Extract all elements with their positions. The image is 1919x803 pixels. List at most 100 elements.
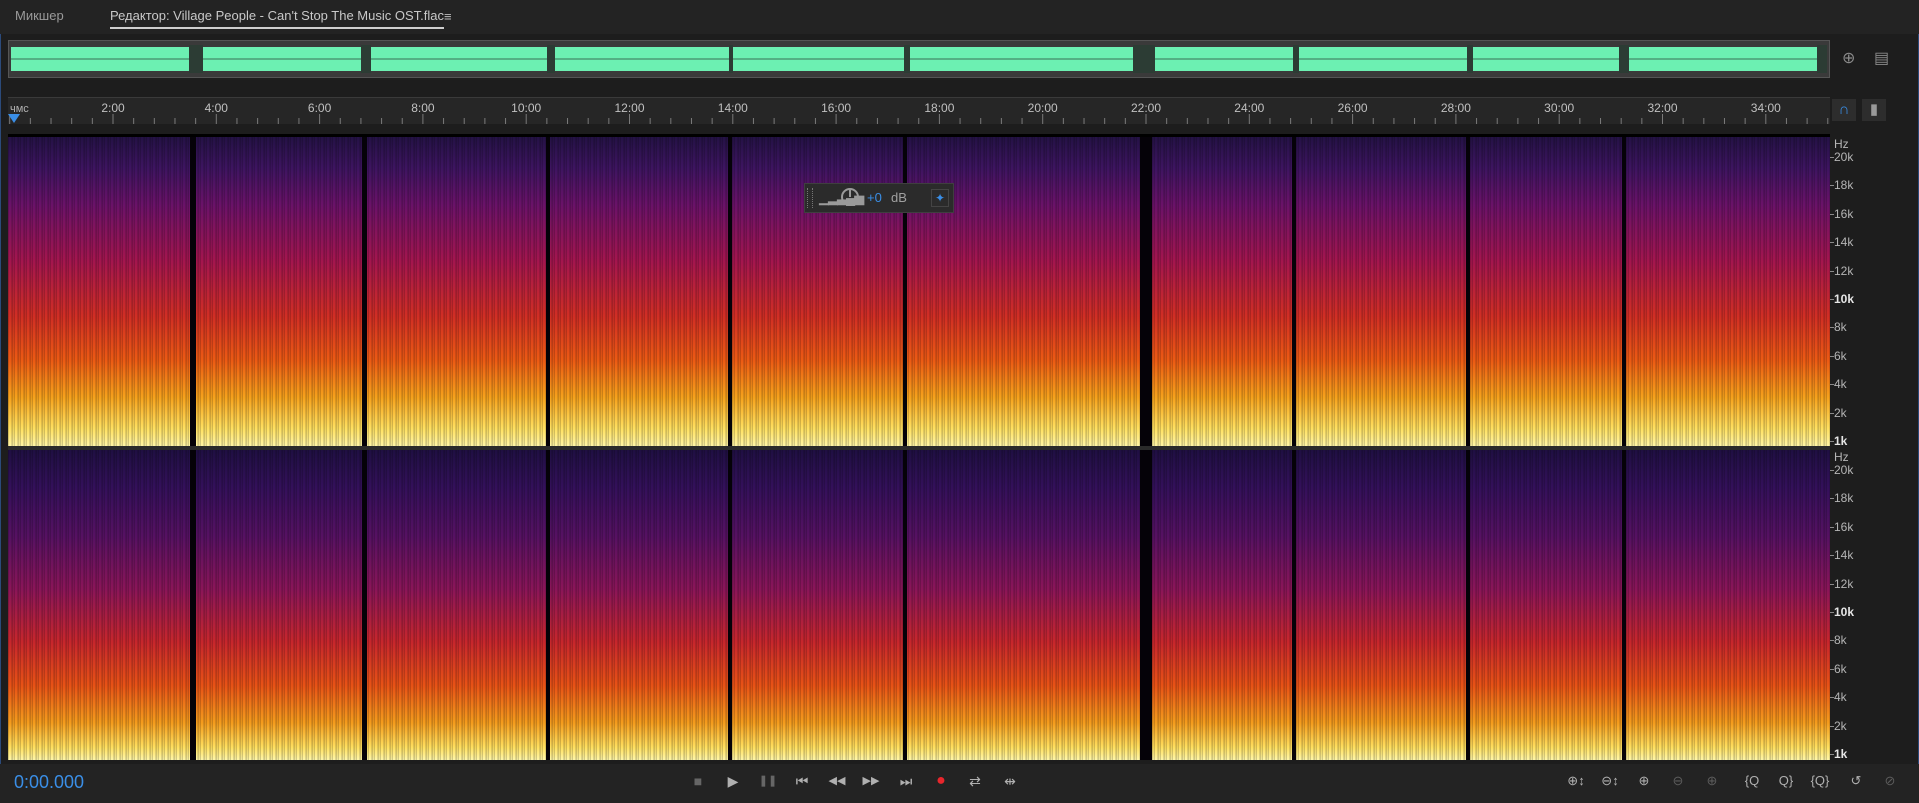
rewind-button[interactable]: ◀◀ — [824, 770, 850, 792]
frequency-label: 10k — [1834, 605, 1855, 619]
pause-button[interactable]: ❚❚ — [755, 770, 781, 792]
spectrogram-fill — [8, 450, 1830, 760]
volume-knob[interactable] — [841, 188, 859, 206]
silence-gap — [546, 137, 550, 447]
ruler-tick-label: 8:00 — [411, 101, 435, 115]
silence-gap — [1292, 450, 1296, 760]
ruler-tick-label: 28:00 — [1441, 101, 1471, 115]
frequency-label: 12k — [1834, 263, 1854, 278]
hamburger-icon[interactable]: ≡ — [444, 9, 452, 24]
panel-toggle-icon[interactable]: ▤ — [1874, 48, 1889, 68]
ruler-tick-label: 16:00 — [821, 101, 851, 115]
frequency-label: 16k — [1834, 206, 1854, 221]
frequency-tick — [1830, 640, 1834, 642]
pin-icon[interactable]: ✦ — [931, 189, 949, 207]
silence-gap — [546, 450, 550, 760]
ruler-tick-label: 10:00 — [511, 101, 541, 115]
frequency-tick — [1830, 498, 1834, 500]
ruler-tick-label: 24:00 — [1234, 101, 1264, 115]
frequency-unit-label: Hz — [1834, 450, 1849, 464]
zoom-in-left-button[interactable]: {Q — [1738, 770, 1766, 792]
frequency-label: 8k — [1834, 320, 1847, 335]
play-button[interactable]: ▶ — [720, 770, 746, 792]
zoom-to-selection-button[interactable]: ⊕ — [1698, 770, 1726, 792]
frequency-label: 14k — [1834, 548, 1854, 563]
frequency-label: 18k — [1834, 491, 1854, 506]
frequency-tick — [1830, 213, 1834, 215]
frequency-tick — [1830, 270, 1834, 272]
zoom-in-both-button[interactable]: {Q} — [1806, 770, 1834, 792]
marker-icon[interactable]: ▮ — [1862, 99, 1886, 121]
zoom-out-time-button[interactable]: ⊖ — [1664, 770, 1692, 792]
frequency-axis-left-channel: Hz 20k 18k 16k 14k 12k 10k 8k 6k 4k 2k 1k — [1830, 137, 1890, 448]
frequency-label: 20k — [1834, 463, 1854, 477]
frequency-label: 16k — [1834, 519, 1854, 534]
silence-gap — [190, 450, 196, 760]
frequency-tick — [1830, 583, 1834, 585]
channel-right-spectrogram[interactable] — [8, 450, 1830, 760]
stop-button[interactable]: ■ — [685, 770, 711, 792]
ruler-tick-label: 34:00 — [1751, 101, 1781, 115]
zoom-out-amplitude-button[interactable]: ⊖↕ — [1596, 770, 1624, 792]
zoom-in-amplitude-button[interactable]: ⊕↕ — [1562, 770, 1590, 792]
record-button[interactable]: ● — [928, 770, 954, 792]
frequency-tick — [1830, 754, 1834, 755]
frequency-tick — [1830, 668, 1834, 670]
overview-waveform-svg — [11, 45, 1827, 73]
frequency-label: 4k — [1834, 690, 1847, 705]
ruler-tick-label: 32:00 — [1647, 101, 1677, 115]
snap-icon[interactable]: ∩ — [1832, 99, 1856, 121]
frequency-tick — [1830, 384, 1834, 386]
volume-value[interactable]: +0 — [867, 190, 882, 205]
panel-tab-bar: Микшер Редактор: Village People - Can't … — [0, 0, 1919, 34]
frequency-tick — [1830, 412, 1834, 414]
silence-gap — [728, 137, 732, 447]
frequency-label: 2k — [1834, 718, 1847, 733]
silence-gap — [728, 450, 732, 760]
zoom-last-button[interactable]: ⊘ — [1876, 770, 1904, 792]
tab-mixer[interactable]: Микшер — [15, 8, 64, 23]
frequency-label: 20k — [1834, 150, 1854, 164]
spectral-display[interactable] — [8, 134, 1830, 760]
frequency-label: 12k — [1834, 576, 1854, 591]
ruler-tick-label: 26:00 — [1338, 101, 1368, 115]
frequency-tick — [1830, 470, 1834, 471]
frequency-label: 4k — [1834, 377, 1847, 392]
silence-gap — [1622, 450, 1626, 760]
skip-selection-button[interactable]: ⇹ — [997, 770, 1023, 792]
frequency-label: 1k — [1834, 747, 1848, 761]
silence-gap — [190, 137, 196, 447]
silence-gap — [1622, 137, 1626, 447]
tab-editor[interactable]: Редактор: Village People - Can't Stop Th… — [110, 8, 444, 29]
fast-forward-button[interactable]: ▶▶ — [858, 770, 884, 792]
frequency-label: 6k — [1834, 661, 1847, 676]
frequency-label: 18k — [1834, 178, 1854, 193]
zoom-in-time-button[interactable]: ⊕ — [1630, 770, 1658, 792]
time-ruler-svg: чмс 2:00 4:00 6:00 8:00 10:00 12:00 14:00 16:00 1… — [8, 101, 1829, 124]
volume-hud[interactable]: ▁▂▃▄▅ +0 dB ✦ — [804, 183, 954, 213]
ruler-tick-label: 20:00 — [1028, 101, 1058, 115]
frequency-label: 1k — [1834, 434, 1848, 448]
ruler-tick-label: 22:00 — [1131, 101, 1161, 115]
drag-handle-icon[interactable] — [807, 188, 813, 208]
silence-gap — [362, 137, 367, 447]
overview-waveform[interactable] — [8, 40, 1830, 78]
frequency-tick — [1830, 526, 1834, 528]
zoom-reset-button[interactable]: ↺ — [1842, 770, 1870, 792]
volume-unit: dB — [891, 190, 907, 205]
zoom-navigator-icon[interactable]: ⊕ — [1842, 48, 1855, 68]
frequency-axis-right-channel: Hz 20k 18k 16k 14k 12k 10k 8k 6k 4k 2k 1k — [1830, 450, 1890, 761]
time-ruler[interactable]: чмс 2:00 4:00 6:00 8:00 10:00 12:00 14:00 16:00 1… — [8, 97, 1830, 124]
go-to-start-button[interactable]: ⏮ — [789, 770, 815, 792]
go-to-end-button[interactable]: ⏭ — [893, 770, 919, 792]
ruler-tick-label: 2:00 — [101, 101, 125, 115]
loop-playback-button[interactable]: ⇄ — [962, 770, 988, 792]
ruler-tick-label: 18:00 — [924, 101, 954, 115]
ruler-tick-label: 4:00 — [205, 101, 229, 115]
zoom-out-right-button[interactable]: Q} — [1772, 770, 1800, 792]
frequency-tick — [1830, 242, 1834, 244]
frequency-tick — [1830, 299, 1834, 300]
frequency-tick — [1830, 157, 1834, 158]
current-time-display[interactable]: 0:00.000 — [14, 772, 84, 793]
frequency-tick — [1830, 185, 1834, 187]
